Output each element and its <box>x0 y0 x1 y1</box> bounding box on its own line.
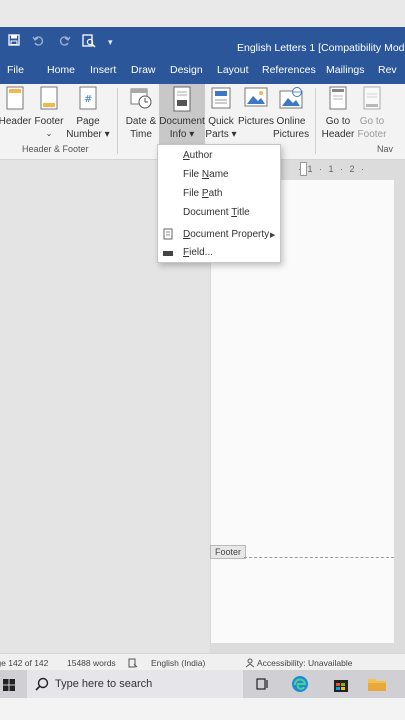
go-to-header-button[interactable]: Go to Header <box>318 84 358 146</box>
file-explorer-icon[interactable] <box>367 675 387 698</box>
document-info-icon <box>172 86 192 117</box>
window-title: English Letters 1 [Compatibility Mode] <box>237 42 405 54</box>
footer-tag: Footer <box>210 545 247 559</box>
tab-layout[interactable]: Layout <box>217 64 249 76</box>
tab-design[interactable]: Design <box>170 64 203 76</box>
tab-references[interactable]: References <box>262 64 316 76</box>
pictures-icon <box>243 86 269 113</box>
page-count-status[interactable]: Page 142 of 142 <box>0 658 48 668</box>
store-icon[interactable] <box>332 675 350 698</box>
date-time-label-2: Time <box>130 129 152 140</box>
go-to-footer-label-1: Go to <box>359 116 385 127</box>
ribbon-tabs: File Home Insert Draw Design Layout Refe… <box>0 60 405 84</box>
menu-item-author[interactable]: Author <box>183 150 212 161</box>
group-separator <box>117 88 118 154</box>
page-number-button[interactable]: # Page Number ▾ <box>66 84 110 146</box>
taskbar-search-input[interactable]: Type here to search <box>27 670 243 698</box>
document-property-icon <box>162 227 174 245</box>
footer-boundary-line <box>244 557 394 558</box>
search-icon <box>35 677 49 696</box>
go-to-header-icon <box>329 86 347 115</box>
document-info-label-2: Info ▾ <box>169 129 195 140</box>
accessibility-status[interactable]: Accessibility: Unavailable <box>257 658 352 668</box>
tab-home[interactable]: Home <box>47 64 75 76</box>
bezel-top <box>0 0 405 27</box>
menu-item-field[interactable]: Field... <box>183 247 213 258</box>
document-info-button[interactable]: Document Info ▾ <box>159 84 205 146</box>
word-count-status[interactable]: 15488 words <box>67 658 116 668</box>
document-info-label-1: Document <box>159 116 205 127</box>
status-bar: Page 142 of 142 15488 words English (Ind… <box>0 653 405 670</box>
task-view-icon[interactable] <box>255 677 269 696</box>
document-info-menu: Author File Name File Path Document Titl… <box>157 144 281 263</box>
online-pictures-icon <box>278 86 304 115</box>
footer-button[interactable]: Footer ⌄ <box>32 84 66 146</box>
online-pictures-label-2: Pictures <box>273 129 310 140</box>
tab-review[interactable]: Rev <box>378 64 397 76</box>
customize-qat-icon[interactable]: ▾ <box>108 37 113 48</box>
header-icon <box>6 86 24 115</box>
footer-icon <box>40 86 58 115</box>
language-status[interactable]: English (India) <box>151 658 205 668</box>
menu-item-file-name[interactable]: File Name <box>183 169 229 180</box>
screen: ▾ English Letters 1 [Compatibility Mode]… <box>0 0 405 720</box>
save-icon[interactable] <box>8 34 20 49</box>
go-to-footer-icon <box>363 86 381 115</box>
submenu-arrow-icon: ▶ <box>270 232 276 239</box>
pictures-label: Pictures <box>237 116 275 127</box>
page-number-label-2: Number ▾ <box>66 129 110 140</box>
quick-parts-label-2: Parts ▾ <box>205 129 237 140</box>
navigation-group-label: Nav <box>377 144 394 154</box>
tab-insert[interactable]: Insert <box>90 64 116 76</box>
svg-text:#: # <box>84 94 92 105</box>
bezel-bottom <box>0 698 405 720</box>
tab-mailings[interactable]: Mailings <box>326 64 365 76</box>
go-to-header-label-2: Header <box>321 129 355 140</box>
title-bar: ▾ English Letters 1 [Compatibility Mode] <box>0 27 405 60</box>
menu-item-document-property[interactable]: Document Property <box>183 229 269 240</box>
windows-start-icon[interactable] <box>3 678 15 696</box>
quick-parts-icon <box>210 86 232 115</box>
search-placeholder: Type here to search <box>55 678 153 690</box>
footer-dropdown-icon: ⌄ <box>45 129 53 138</box>
header-button[interactable]: Header <box>0 84 34 146</box>
online-pictures-label-1: Online <box>276 116 306 127</box>
tab-file[interactable]: File <box>7 64 24 76</box>
windows-taskbar: Type here to search <box>0 670 405 698</box>
quick-parts-label-1: Quick <box>208 116 234 127</box>
go-to-footer-label-2: Footer <box>357 129 387 140</box>
page-number-icon: # <box>79 86 97 115</box>
accessibility-icon <box>245 658 256 670</box>
page-number-label-1: Page <box>76 116 100 127</box>
date-time-button[interactable]: Date & Time <box>122 84 160 146</box>
horizontal-ruler: · 1 · 1 · 2 · <box>298 164 367 174</box>
proofing-icon[interactable] <box>128 658 138 670</box>
redo-icon[interactable] <box>59 34 71 49</box>
print-preview-icon[interactable] <box>82 34 96 51</box>
field-icon <box>162 246 174 264</box>
header-footer-group-label: Header & Footer <box>22 144 89 154</box>
menu-item-document-title[interactable]: Document Title <box>183 207 250 218</box>
menu-item-file-path[interactable]: File Path <box>183 188 222 199</box>
header-label: Header <box>0 116 32 127</box>
edge-browser-icon[interactable] <box>291 675 309 698</box>
quick-parts-button[interactable]: Quick Parts ▾ <box>205 84 237 146</box>
pictures-button[interactable]: Pictures <box>237 84 275 146</box>
date-time-label-1: Date & <box>125 116 157 127</box>
go-to-header-label-1: Go to <box>325 116 351 127</box>
group-separator <box>315 88 316 154</box>
undo-icon[interactable] <box>32 34 44 49</box>
tab-draw[interactable]: Draw <box>131 64 156 76</box>
calendar-clock-icon <box>129 86 153 115</box>
go-to-footer-button[interactable]: Go to Footer <box>356 84 388 146</box>
online-pictures-button[interactable]: Online Pictures <box>273 84 309 146</box>
